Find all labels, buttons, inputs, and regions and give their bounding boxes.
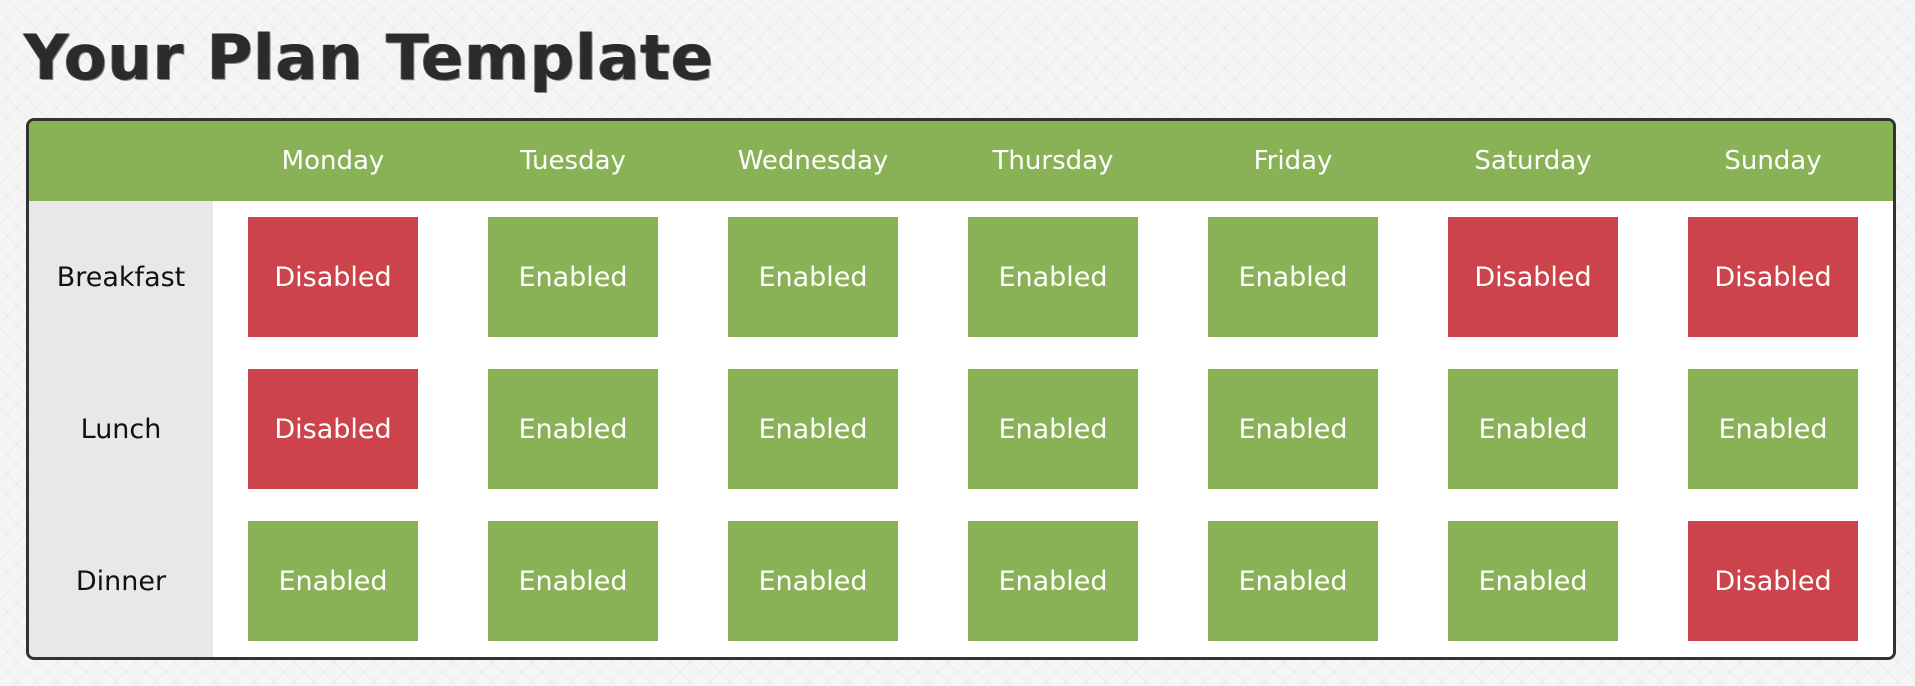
slot-toggle-lunch-sunday[interactable]: Enabled [1688, 369, 1858, 489]
slot-toggle-lunch-friday[interactable]: Enabled [1208, 369, 1378, 489]
slot-toggle-dinner-sunday[interactable]: Disabled [1688, 521, 1858, 641]
day-header-friday: Friday [1173, 121, 1413, 201]
slot-toggle-breakfast-friday[interactable]: Enabled [1208, 217, 1378, 337]
slot-cell: Disabled [1653, 505, 1893, 657]
slot-toggle-breakfast-saturday[interactable]: Disabled [1448, 217, 1618, 337]
day-header-wednesday: Wednesday [693, 121, 933, 201]
slot-cell: Disabled [1653, 201, 1893, 353]
day-header-monday: Monday [213, 121, 453, 201]
slot-cell: Enabled [693, 505, 933, 657]
page-title: Your Plan Template [24, 21, 715, 94]
slot-cell: Enabled [1173, 353, 1413, 505]
slot-cell: Enabled [1173, 201, 1413, 353]
slot-cell: Disabled [1413, 201, 1653, 353]
slot-toggle-lunch-wednesday[interactable]: Enabled [728, 369, 898, 489]
header-corner [29, 121, 213, 201]
slot-cell: Enabled [1653, 353, 1893, 505]
slot-cell: Enabled [213, 505, 453, 657]
slot-toggle-breakfast-tuesday[interactable]: Enabled [488, 217, 658, 337]
slot-cell: Enabled [693, 353, 933, 505]
slot-cell: Enabled [1413, 353, 1653, 505]
slot-toggle-breakfast-sunday[interactable]: Disabled [1688, 217, 1858, 337]
slot-cell: Enabled [933, 353, 1173, 505]
day-header-thursday: Thursday [933, 121, 1173, 201]
slot-cell: Enabled [453, 505, 693, 657]
slot-toggle-dinner-friday[interactable]: Enabled [1208, 521, 1378, 641]
slot-toggle-dinner-monday[interactable]: Enabled [248, 521, 418, 641]
meal-label-lunch: Lunch [29, 353, 213, 505]
meal-label-breakfast: Breakfast [29, 201, 213, 353]
slot-toggle-lunch-thursday[interactable]: Enabled [968, 369, 1138, 489]
slot-toggle-lunch-tuesday[interactable]: Enabled [488, 369, 658, 489]
slot-cell: Enabled [1413, 505, 1653, 657]
slot-cell: Enabled [1173, 505, 1413, 657]
slot-toggle-lunch-saturday[interactable]: Enabled [1448, 369, 1618, 489]
slot-cell: Enabled [933, 201, 1173, 353]
slot-toggle-dinner-wednesday[interactable]: Enabled [728, 521, 898, 641]
meal-label-dinner: Dinner [29, 505, 213, 657]
slot-cell: Disabled [213, 201, 453, 353]
slot-cell: Enabled [693, 201, 933, 353]
slot-cell: Enabled [453, 353, 693, 505]
slot-toggle-dinner-thursday[interactable]: Enabled [968, 521, 1138, 641]
slot-toggle-dinner-saturday[interactable]: Enabled [1448, 521, 1618, 641]
slot-cell: Enabled [453, 201, 693, 353]
slot-toggle-lunch-monday[interactable]: Disabled [248, 369, 418, 489]
day-header-saturday: Saturday [1413, 121, 1653, 201]
slot-toggle-dinner-tuesday[interactable]: Enabled [488, 521, 658, 641]
plan-grid: Monday Tuesday Wednesday Thursday Friday Satu… [29, 121, 1893, 657]
slot-toggle-breakfast-thursday[interactable]: Enabled [968, 217, 1138, 337]
day-header-sunday: Sunday [1653, 121, 1893, 201]
slot-toggle-breakfast-wednesday[interactable]: Enabled [728, 217, 898, 337]
plan-table: Monday Tuesday Wednesday Thursday Friday Satu… [26, 118, 1896, 660]
slot-toggle-breakfast-monday[interactable]: Disabled [248, 217, 418, 337]
slot-cell: Enabled [933, 505, 1173, 657]
day-header-tuesday: Tuesday [453, 121, 693, 201]
slot-cell: Disabled [213, 353, 453, 505]
